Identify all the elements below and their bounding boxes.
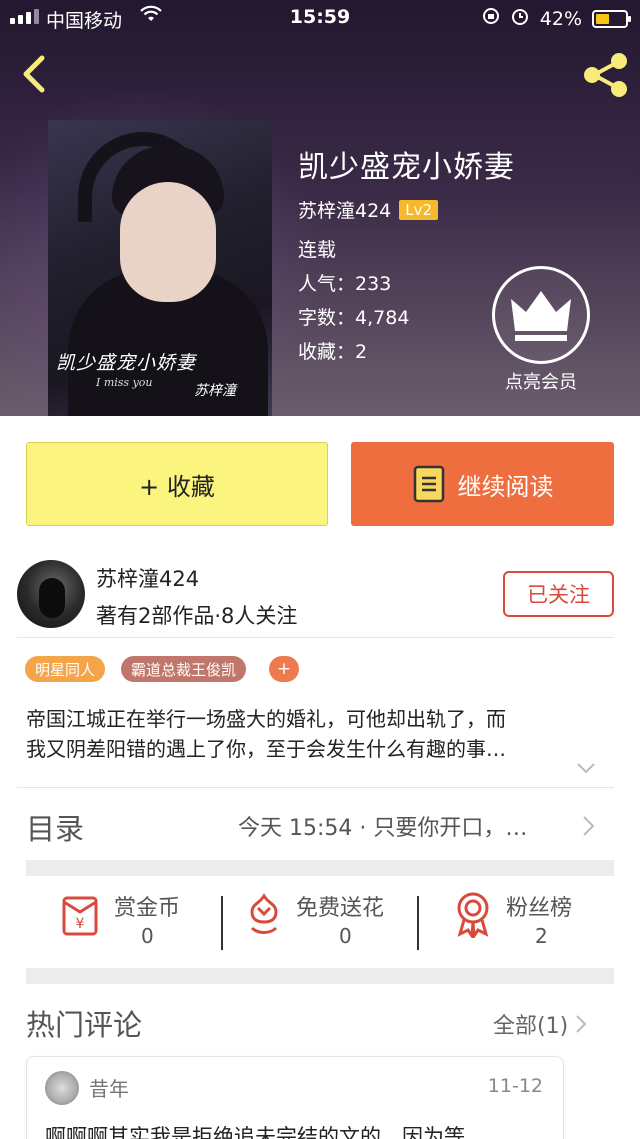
- back-button[interactable]: [14, 52, 54, 96]
- tag-character[interactable]: 霸道总裁王俊凯: [121, 656, 247, 682]
- cover-author: 苏梓潼: [194, 383, 236, 399]
- book-author[interactable]: 苏梓潼424: [298, 196, 391, 223]
- cover-subtitle: I miss you: [96, 376, 153, 389]
- vip-button[interactable]: [492, 266, 590, 364]
- reward-coins-label: 赏金币: [114, 896, 181, 921]
- commenter-name[interactable]: 昔年: [89, 1073, 129, 1102]
- commenter-avatar[interactable]: [45, 1071, 79, 1105]
- tag-genre[interactable]: 明星同人: [25, 656, 106, 682]
- author-stats: 著有2部作品·8人关注: [96, 604, 298, 628]
- svg-text:¥: ¥: [76, 916, 85, 932]
- status-bar: 中国移动 15:59 42%: [0, 0, 640, 36]
- toc-title[interactable]: 目录: [26, 806, 84, 848]
- add-favorite-button[interactable]: + 收藏: [26, 442, 328, 526]
- chevron-left-icon: [23, 55, 45, 93]
- add-tag-button[interactable]: +: [269, 656, 299, 682]
- author-name[interactable]: 苏梓潼424: [96, 563, 199, 593]
- fan-ranking[interactable]: 粉丝榜: [452, 890, 572, 938]
- book-title: 凯少盛宠小娇妻: [298, 150, 515, 185]
- book-icon: [413, 465, 444, 503]
- continue-reading-label: 继续阅读: [457, 472, 554, 501]
- word-count-stat: 字数：4,784: [298, 307, 410, 329]
- synopsis[interactable]: 帝国江城正在举行一场盛大的婚礼，可他却出轨了，而 我又阴差阳错的遇上了你，至于会…: [26, 704, 616, 764]
- flower-icon: [250, 893, 278, 934]
- share-icon: [584, 53, 627, 97]
- medal-icon: [457, 892, 489, 938]
- book-cover[interactable]: 凯少盛宠小娇妻 I miss you 苏梓潼: [48, 120, 272, 416]
- section-separator: [26, 860, 614, 876]
- popularity-stat: 人气：233: [298, 273, 392, 295]
- vip-label[interactable]: 点亮会员: [472, 368, 610, 394]
- favorites-stat: 收藏：2: [298, 341, 368, 363]
- author-avatar[interactable]: [17, 560, 85, 628]
- divider: [17, 637, 614, 638]
- alarm-icon: [510, 6, 530, 31]
- crown-icon: [511, 291, 571, 341]
- book-author-line: 苏梓潼424 Lv2: [298, 196, 439, 223]
- chevron-right-icon[interactable]: [580, 814, 596, 838]
- fan-ranking-value: 2: [535, 924, 548, 948]
- serial-status: 连载: [298, 239, 337, 261]
- battery-icon: [592, 9, 631, 28]
- share-button[interactable]: [580, 50, 632, 100]
- free-flowers[interactable]: 免费送花: [244, 890, 384, 938]
- free-flowers-value: 0: [339, 924, 352, 948]
- hot-comments-title: 热门评论: [26, 1008, 143, 1042]
- cover-title: 凯少盛宠小娇妻: [56, 352, 197, 374]
- all-comments-link[interactable]: 全部(1): [493, 1008, 588, 1040]
- battery-percent: 42%: [539, 7, 582, 30]
- red-envelope-icon: ¥: [62, 896, 98, 936]
- comment-card[interactable]: 昔年 11-12 啊啊啊其实我是拒绝追未完结的文的，因为等: [26, 1056, 564, 1139]
- divider: [221, 896, 223, 950]
- continue-reading-button[interactable]: 继续阅读: [351, 442, 614, 526]
- chevron-right-icon: [576, 1015, 587, 1033]
- fan-ranking-label: 粉丝榜: [506, 896, 573, 921]
- follow-button[interactable]: 已关注: [503, 571, 614, 617]
- divider: [17, 787, 614, 788]
- comment-date: 11-12: [487, 1075, 543, 1097]
- divider: [417, 896, 419, 950]
- book-header: 中国移动 15:59 42% 凯少盛宠小娇妻 I miss you 苏梓潼 凯少…: [0, 0, 640, 416]
- reward-coins-value: 0: [141, 924, 154, 948]
- section-separator: [26, 968, 614, 984]
- reward-coins[interactable]: ¥ 赏金币: [58, 890, 180, 938]
- comment-text: 啊啊啊其实我是拒绝追未完结的文的，因为等: [45, 1125, 465, 1139]
- free-flowers-label: 免费送花: [296, 896, 385, 921]
- latest-chapter[interactable]: 今天 15:54 · 只要你开口，…: [238, 810, 574, 842]
- chevron-down-icon[interactable]: [574, 760, 598, 776]
- orientation-lock-icon: [482, 7, 500, 30]
- level-badge: Lv2: [399, 199, 439, 220]
